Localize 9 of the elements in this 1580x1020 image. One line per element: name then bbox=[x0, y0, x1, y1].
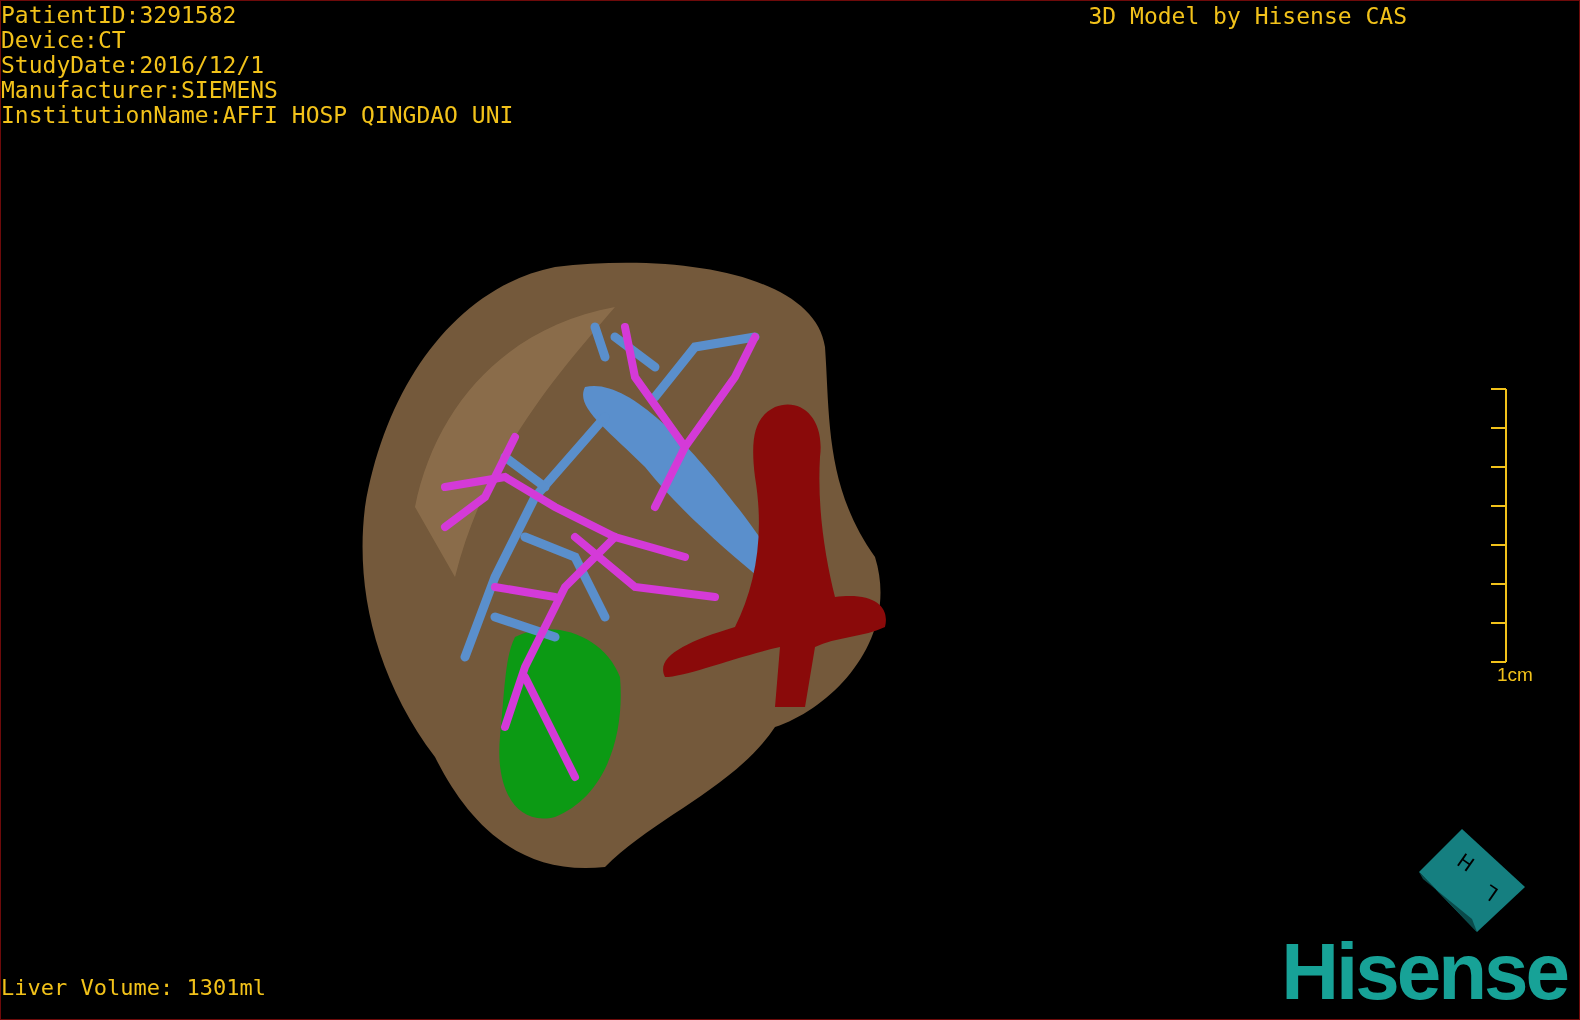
patient-info-line: StudyDate:2016/12/1 bbox=[1, 53, 266, 78]
patient-info-line: InstitutionName:AFFI HOSP QINGDAO UNI bbox=[1, 103, 514, 128]
patient-info-line: PatientID:3291582 bbox=[1, 3, 238, 28]
patient-info-line: Manufacturer:SIEMENS bbox=[1, 78, 279, 103]
liver-volume: Liver Volume: 1301ml bbox=[1, 975, 266, 1001]
orientation-cube[interactable]: H L bbox=[1417, 827, 1527, 935]
patient-info-line: Device:CT bbox=[1, 28, 127, 53]
model-credit: 3D Model by Hisense CAS bbox=[1088, 4, 1407, 29]
scale-label: 1cm bbox=[1497, 665, 1533, 685]
